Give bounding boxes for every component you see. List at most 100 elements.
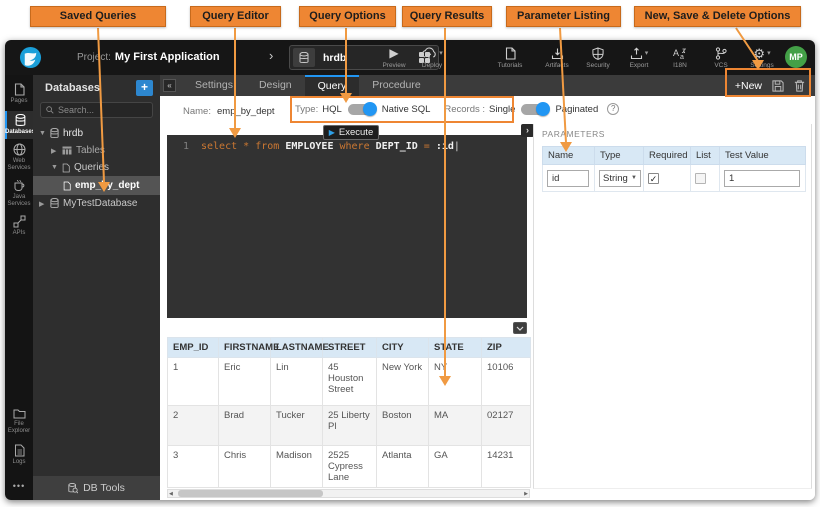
download-tray-icon	[551, 46, 564, 60]
sql-editor[interactable]: 1 select * from EMPLOYEE where DEPT_ID =…	[167, 135, 527, 318]
panel-title: Databases	[45, 82, 100, 94]
translate-icon: Aa	[673, 46, 687, 60]
settings-button[interactable]: ⚙▾ Settings	[745, 46, 779, 69]
chevron-down-icon: ▾	[439, 47, 443, 60]
db-tree: ▼ hrdb ▶ Tables ▼ Queries emp_by_dept	[33, 125, 160, 212]
artifacts-button[interactable]: Artifacts	[540, 46, 574, 69]
i18n-button[interactable]: Aa I18N	[663, 46, 697, 69]
sidebar-item-web-services[interactable]: Web Services	[5, 143, 33, 172]
save-icon[interactable]	[772, 80, 784, 92]
records-toggle[interactable]	[521, 104, 549, 115]
sidebar-item-file-explorer[interactable]: File Explorer	[5, 408, 33, 435]
param-name-input[interactable]: id	[547, 170, 589, 187]
user-avatar[interactable]: MP	[785, 46, 807, 68]
caret-down-icon[interactable]: ▼	[39, 130, 46, 137]
parameters-header-row: Name Type Required List Test Value	[543, 147, 806, 165]
caret-right-icon[interactable]: ▶	[39, 200, 46, 208]
more-options-button[interactable]: •••	[5, 481, 33, 491]
db-search-input[interactable]: Search...	[40, 102, 153, 118]
sidebar-item-pages[interactable]: Pages	[5, 83, 33, 105]
sidebar-item-logs[interactable]: Logs	[5, 444, 33, 466]
tree-node-tables[interactable]: ▶ Tables	[33, 142, 160, 159]
records-paginated-label: Paginated	[555, 104, 598, 115]
preview-button[interactable]: ▶ Preview	[377, 46, 411, 69]
caret-down-icon[interactable]: ▼	[51, 164, 58, 171]
main-content: « Settings Design Query Procedure +New N…	[160, 75, 815, 500]
parameter-row: id String▼ ✓ 1	[543, 165, 806, 192]
tab-query[interactable]: Query	[305, 75, 360, 96]
tab-design[interactable]: Design	[246, 75, 305, 96]
query-name-value[interactable]: emp_by_dept	[217, 106, 275, 117]
callout-query-options: Query Options	[299, 6, 396, 27]
branch-icon	[715, 46, 727, 60]
table-row[interactable]: 2BradTucker25 Liberty PlBostonMA02127	[168, 406, 531, 446]
new-query-button[interactable]: +New	[735, 80, 762, 92]
param-test-value-input[interactable]: 1	[724, 170, 800, 187]
parameters-panel: PARAMETERS Name Type Required List Test …	[533, 124, 812, 489]
col-lastname[interactable]: LASTNAME	[271, 338, 323, 358]
export-button[interactable]: ▾ Export	[622, 46, 656, 69]
security-button[interactable]: Security	[581, 46, 615, 69]
table-row[interactable]: 1EricLin45 Houston StreetNew YorkNY10106	[168, 358, 531, 406]
breadcrumb-chevron-icon: ›	[269, 48, 273, 63]
scroll-right-icon[interactable]: ▶	[524, 490, 528, 498]
parameters-table: Name Type Required List Test Value id St…	[542, 146, 806, 192]
tree-node-queries[interactable]: ▼ Queries	[33, 159, 160, 176]
param-required-checkbox[interactable]: ✓	[648, 173, 659, 184]
horizontal-scrollbar[interactable]: ◀ ▶	[167, 489, 530, 498]
scrollbar-thumb[interactable]	[178, 490, 323, 497]
add-database-button[interactable]: +	[136, 80, 153, 96]
col-city[interactable]: CITY	[377, 338, 429, 358]
page-icon	[14, 83, 25, 96]
tutorials-button[interactable]: Tutorials	[493, 46, 527, 69]
databases-panel: Databases + Search... ▼ hrdb ▶ Tables	[33, 75, 160, 500]
col-emp-id[interactable]: EMP_ID	[168, 338, 219, 358]
table-row[interactable]: 3ChrisMadison2525 Cypress LaneAtlantaGA1…	[168, 446, 531, 488]
deploy-button[interactable]: ▾ Deploy	[415, 46, 449, 69]
editor-collapse-button[interactable]	[513, 322, 527, 334]
tree-node-emp-by-dept[interactable]: emp_by_dept	[33, 176, 160, 195]
param-list-checkbox[interactable]	[695, 173, 706, 184]
tab-strip: « Settings Design Query Procedure +New	[160, 75, 815, 96]
query-file-icon	[63, 181, 71, 191]
sidebar-item-apis[interactable]: APIs	[5, 215, 33, 237]
tree-node-mytestdatabase[interactable]: ▶ MyTestDatabase	[33, 195, 160, 212]
callout-parameter-listing: Parameter Listing	[506, 6, 621, 27]
scroll-left-icon[interactable]: ◀	[169, 490, 173, 498]
col-street[interactable]: STREET	[323, 338, 377, 358]
table-icon	[62, 146, 72, 155]
project-breadcrumb[interactable]: Project:My First Application	[77, 51, 220, 63]
svg-text:A: A	[673, 48, 679, 58]
callout-saved-queries: Saved Queries	[30, 6, 166, 27]
chevron-down-icon: ▾	[645, 47, 649, 60]
tab-settings[interactable]: Settings	[182, 75, 246, 96]
project-label: Project:	[77, 52, 111, 63]
caret-right-icon[interactable]: ▶	[51, 147, 58, 155]
sidebar-item-databases[interactable]: Databases	[5, 111, 33, 139]
help-icon[interactable]: ?	[607, 103, 619, 115]
param-type-select[interactable]: String▼	[599, 170, 641, 187]
play-icon: ▶	[389, 46, 398, 60]
app-window: Project:My First Application › hrdb ▶ Pr…	[5, 40, 815, 500]
col-state[interactable]: STATE	[429, 338, 482, 358]
type-toggle[interactable]	[348, 104, 376, 115]
col-zip[interactable]: ZIP	[482, 338, 531, 358]
search-placeholder: Search...	[58, 105, 94, 115]
tree-node-hrdb[interactable]: ▼ hrdb	[33, 125, 160, 142]
page: Saved Queries Query Editor Query Options…	[0, 0, 820, 507]
coffee-icon	[13, 179, 26, 192]
delete-icon[interactable]	[794, 80, 805, 92]
collapse-panel-button[interactable]: «	[163, 79, 176, 92]
sidebar-item-java-services[interactable]: Java Services	[5, 179, 33, 208]
col-firstname[interactable]: FIRSTNAME	[219, 338, 271, 358]
callout-new-save-delete: New, Save & Delete Options	[634, 6, 801, 27]
vcs-button[interactable]: VCS	[704, 46, 738, 69]
db-tools-button[interactable]: DB Tools	[33, 476, 160, 500]
type-label: Type:	[295, 104, 318, 115]
tab-procedure[interactable]: Procedure	[359, 75, 433, 96]
search-icon	[46, 106, 54, 114]
database-icon	[50, 128, 59, 139]
records-label: Records :	[444, 104, 485, 115]
chevron-down-icon	[516, 326, 524, 331]
execute-button[interactable]: ▶ Execute	[323, 125, 379, 140]
